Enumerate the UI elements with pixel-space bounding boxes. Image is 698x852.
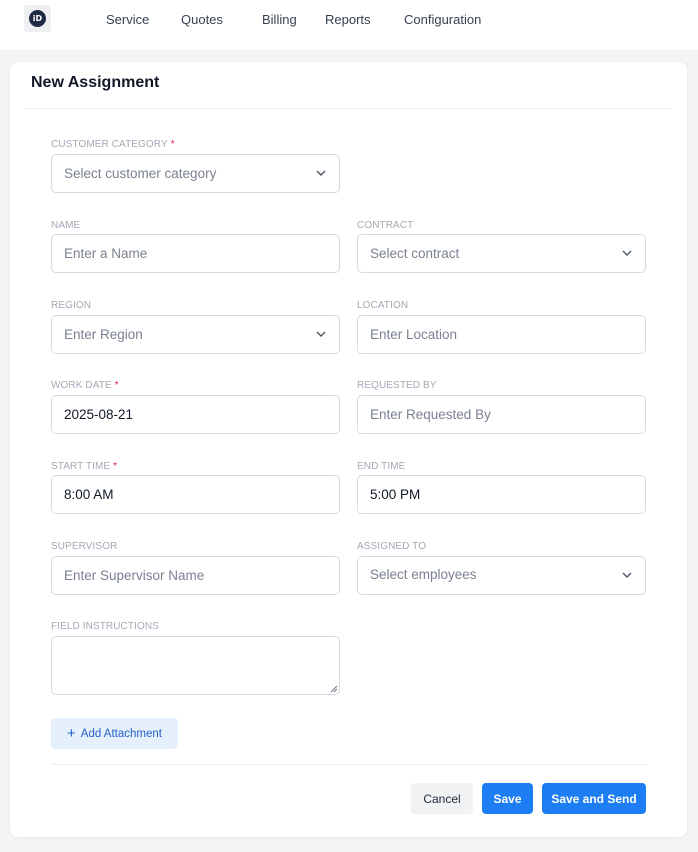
required-marker: * bbox=[170, 139, 175, 150]
end-time-label: END TIME bbox=[357, 461, 406, 472]
location-label: LOCATION bbox=[357, 300, 409, 311]
supervisor-input[interactable]: Enter Supervisor Name bbox=[51, 556, 340, 595]
region-select[interactable]: Enter Region bbox=[51, 315, 340, 354]
resize-handle-icon[interactable] bbox=[330, 685, 338, 693]
required-marker: * bbox=[113, 461, 118, 472]
region-label: REGION bbox=[51, 300, 92, 311]
location-input[interactable]: Enter Location bbox=[357, 315, 646, 354]
supervisor-label: SUPERVISOR bbox=[51, 541, 118, 552]
nav-service[interactable]: Service bbox=[106, 12, 149, 27]
assigned-to-label: ASSIGNED TO bbox=[357, 541, 427, 552]
location-placeholder: Enter Location bbox=[370, 327, 458, 342]
customer-category-placeholder: Select customer category bbox=[64, 166, 217, 181]
nav-configuration[interactable]: Configuration bbox=[404, 12, 481, 27]
assigned-to-placeholder: Select employees bbox=[370, 566, 477, 582]
start-time-input[interactable]: 8:00 AM bbox=[51, 475, 340, 514]
cancel-button[interactable]: Cancel bbox=[411, 783, 473, 814]
region-placeholder: Enter Region bbox=[64, 327, 143, 342]
requested-by-input[interactable]: Enter Requested By bbox=[357, 395, 646, 434]
nav-quotes[interactable]: Quotes bbox=[181, 12, 223, 27]
supervisor-placeholder: Enter Supervisor Name bbox=[64, 568, 205, 583]
name-input[interactable]: Enter a Name bbox=[51, 234, 340, 273]
contract-label: CONTRACT bbox=[357, 220, 414, 231]
nav-billing[interactable]: Billing bbox=[262, 12, 297, 27]
new-assignment-card: New Assignment CUSTOMER CATEGORY * Select… bbox=[10, 62, 687, 837]
add-attachment-button[interactable]: + Add Attachment bbox=[51, 718, 178, 749]
chevron-down-icon bbox=[622, 572, 632, 578]
page-title: New Assignment bbox=[31, 74, 160, 91]
field-instructions-label: FIELD INSTRUCTIONS bbox=[51, 621, 159, 632]
name-label: NAME bbox=[51, 220, 81, 231]
assigned-to-select[interactable]: Select employees bbox=[357, 556, 646, 595]
chevron-down-icon bbox=[316, 331, 326, 337]
end-time-input[interactable]: 5:00 PM bbox=[357, 475, 646, 514]
chevron-down-icon bbox=[622, 250, 632, 256]
save-button[interactable]: Save bbox=[482, 783, 533, 814]
contract-select[interactable]: Select contract bbox=[357, 234, 646, 273]
customer-category-select[interactable]: Select customer category bbox=[51, 154, 340, 193]
requested-by-placeholder: Enter Requested By bbox=[370, 407, 491, 422]
start-time-label: START TIME * bbox=[51, 461, 118, 472]
top-navigation: iD Service Quotes Billing Reports Config… bbox=[0, 0, 698, 50]
end-time-value: 5:00 PM bbox=[370, 487, 421, 502]
customer-category-label: CUSTOMER CATEGORY * bbox=[51, 139, 175, 150]
chevron-down-icon bbox=[316, 170, 326, 176]
requested-by-label: REQUESTED BY bbox=[357, 380, 437, 391]
work-date-label: WORK DATE * bbox=[51, 380, 119, 391]
logo-icon: iD bbox=[29, 10, 46, 27]
footer-divider bbox=[51, 764, 646, 765]
add-attachment-label: Add Attachment bbox=[80, 727, 162, 740]
work-date-input[interactable]: 2025-08-21 bbox=[51, 395, 340, 434]
work-date-value: 2025-08-21 bbox=[64, 407, 134, 422]
save-and-send-button[interactable]: Save and Send bbox=[542, 783, 646, 814]
name-placeholder: Enter a Name bbox=[64, 246, 148, 261]
start-time-value: 8:00 AM bbox=[64, 487, 114, 502]
title-divider bbox=[25, 108, 672, 109]
contract-placeholder: Select contract bbox=[370, 246, 460, 261]
field-instructions-textarea[interactable] bbox=[51, 636, 340, 695]
nav-reports[interactable]: Reports bbox=[325, 12, 371, 27]
plus-icon: + bbox=[67, 725, 76, 742]
app-logo[interactable]: iD bbox=[24, 5, 51, 32]
required-marker: * bbox=[114, 380, 119, 391]
